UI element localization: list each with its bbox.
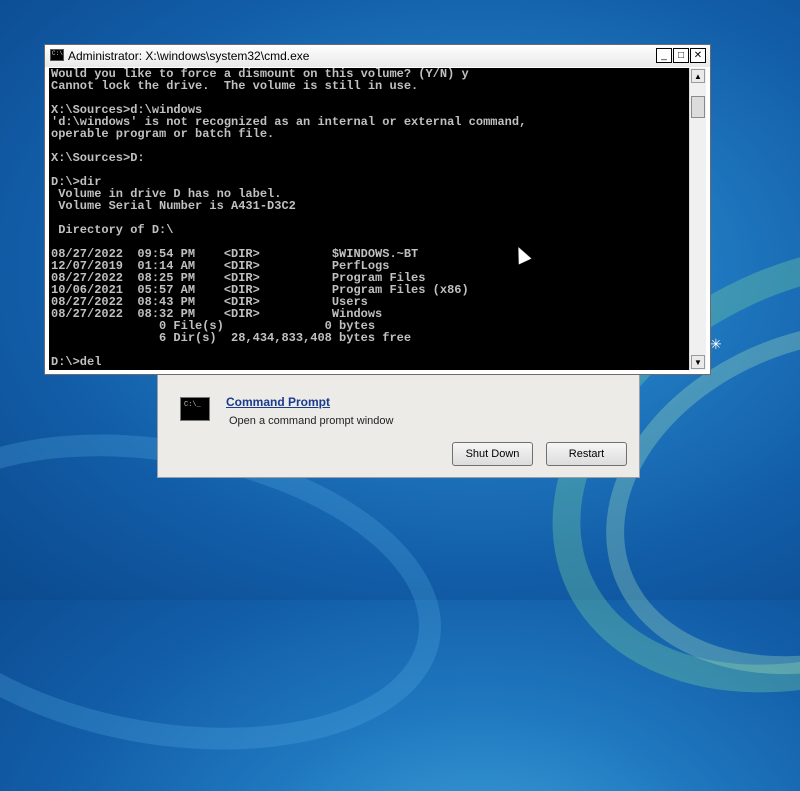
scroll-down-arrow-icon[interactable]: ▼ — [691, 355, 705, 369]
cmd-window[interactable]: C:\ Administrator: X:\windows\system32\c… — [44, 44, 711, 375]
restart-button[interactable]: Restart — [546, 442, 627, 466]
command-prompt-description: Open a command prompt window — [229, 415, 394, 427]
vertical-scrollbar[interactable]: ▲ ▼ — [689, 68, 706, 370]
scroll-up-arrow-icon[interactable]: ▲ — [691, 69, 705, 83]
title-bar[interactable]: C:\ Administrator: X:\windows\system32\c… — [45, 45, 710, 67]
close-button[interactable]: ✕ — [690, 48, 706, 63]
console-line: Directory of D:\ — [51, 223, 174, 237]
console-line: D:\>del — [51, 355, 102, 369]
console-line: Volume Serial Number is A431-D3C2 — [51, 199, 296, 213]
console-line: operable program or batch file. — [51, 127, 275, 141]
scroll-thumb[interactable] — [691, 96, 705, 118]
console-line: X:\Sources>D: — [51, 151, 145, 165]
shut-down-button[interactable]: Shut Down — [452, 442, 533, 466]
console-line: Cannot lock the drive. The volume is sti… — [51, 79, 419, 93]
command-prompt-link[interactable]: Command Prompt — [226, 395, 330, 409]
console-output[interactable]: Would you like to force a dismount on th… — [49, 68, 689, 370]
command-prompt-icon[interactable]: C:\_ — [180, 397, 210, 421]
system-recovery-options-panel: C:\_ Command Prompt Open a command promp… — [157, 358, 640, 478]
maximize-button[interactable]: □ — [673, 48, 689, 63]
minimize-button[interactable]: _ — [656, 48, 672, 63]
sparkle-icon: ✳ — [710, 336, 722, 352]
cmd-icon[interactable]: C:\ — [50, 49, 64, 61]
console-line: 6 Dir(s) 28,434,833,408 bytes free — [51, 331, 412, 345]
window-title: Administrator: X:\windows\system32\cmd.e… — [68, 49, 310, 63]
